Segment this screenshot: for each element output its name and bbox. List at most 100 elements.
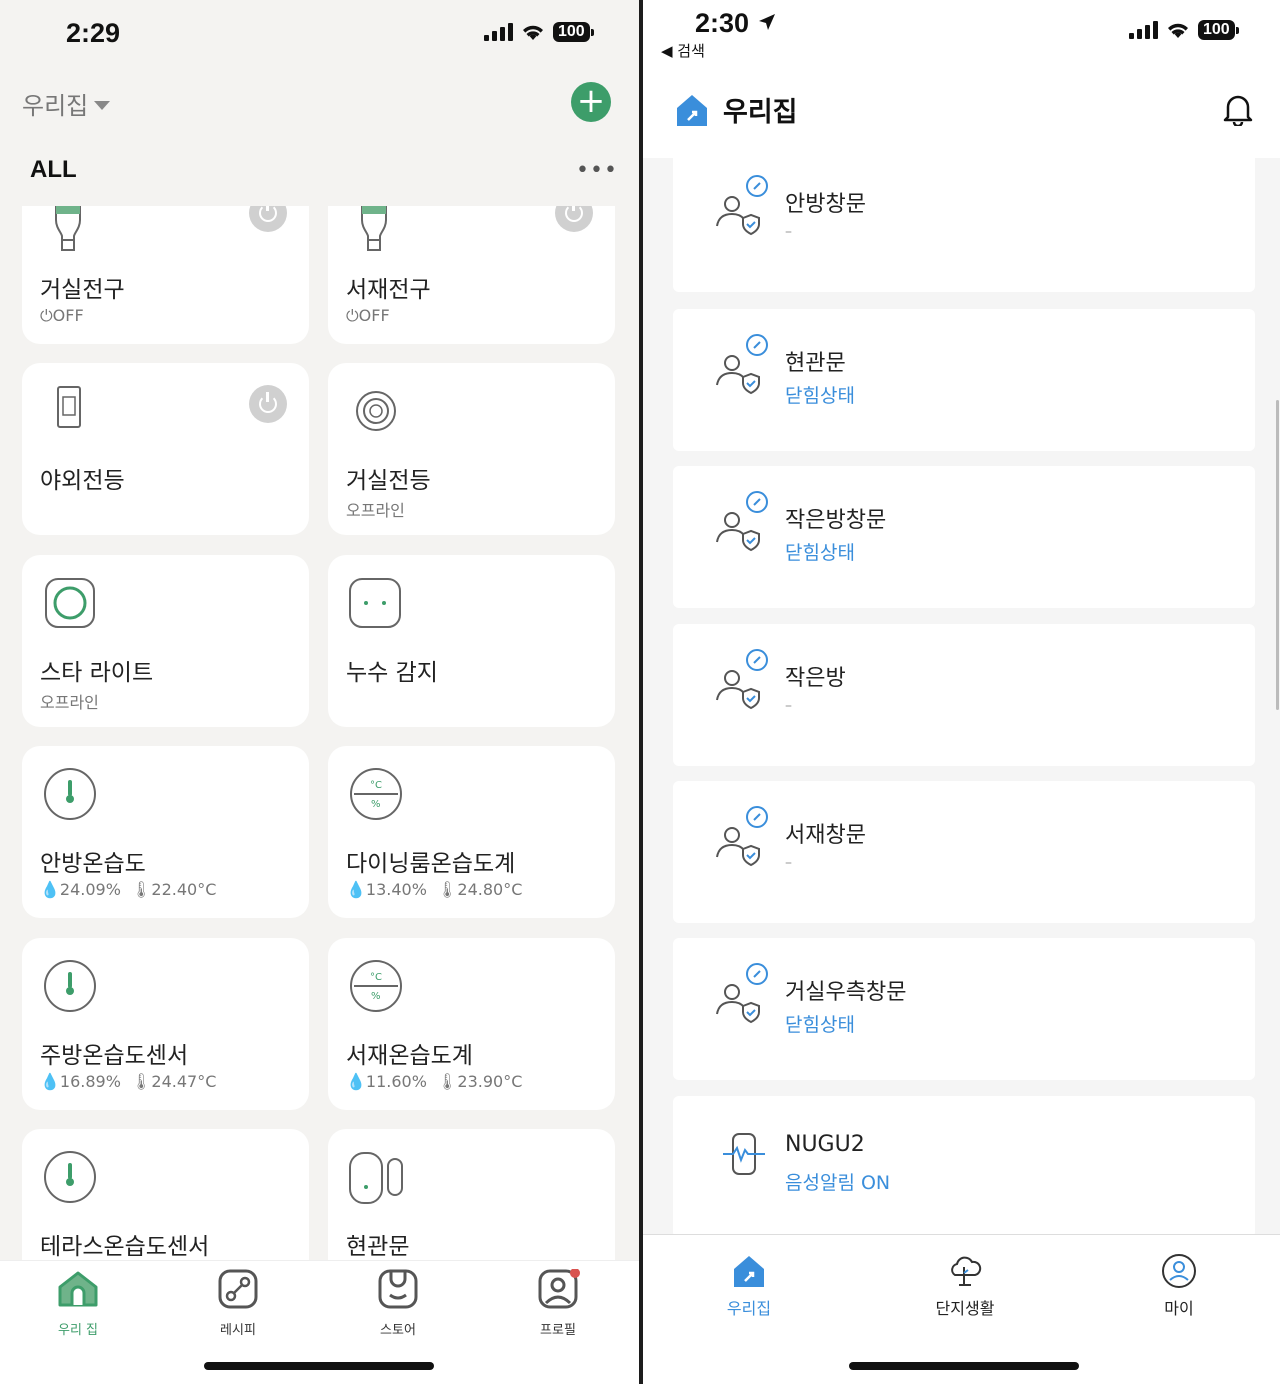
power-toggle-button[interactable] xyxy=(555,206,593,232)
device-card[interactable]: °C% 다이닝룸온습도계 💧13.40% 🌡24.80°C xyxy=(328,746,615,918)
hygrometer-icon: °C% xyxy=(350,960,402,1012)
tab-store[interactable]: 스토어 xyxy=(338,1269,458,1338)
device-name: 누수 감지 xyxy=(346,660,438,686)
light-ring-icon xyxy=(356,391,396,431)
tab-complex-life[interactable]: 단지생활 xyxy=(905,1253,1025,1319)
security-user-icon xyxy=(716,649,768,710)
device-card[interactable]: 거실전구 ⏻OFF xyxy=(22,206,309,344)
device-status: – xyxy=(785,698,792,714)
device-row[interactable]: 거실우측창문 닫힘상태 xyxy=(673,938,1255,1080)
wifi-icon xyxy=(523,25,543,40)
temperature-value: 24.80°C xyxy=(457,880,523,899)
status-icons: 100 xyxy=(484,22,594,42)
device-row[interactable]: 서재창문 – xyxy=(673,781,1255,923)
device-name: 현관문 xyxy=(785,351,846,376)
door-sensor-icon xyxy=(349,1152,403,1204)
more-options-button[interactable]: ••• xyxy=(576,158,618,183)
app-header: 2:30 ◀ 검색 100 우리집 xyxy=(643,0,1280,158)
home-icon xyxy=(58,1271,98,1307)
device-name: 안방창문 xyxy=(785,192,866,217)
device-card[interactable]: 현관문 xyxy=(328,1129,615,1260)
svg-text:°C: °C xyxy=(370,780,382,791)
device-status: 음성알림 ON xyxy=(785,1172,891,1194)
store-icon xyxy=(378,1269,418,1309)
thermometer-icon xyxy=(44,1151,96,1203)
security-user-icon xyxy=(716,334,768,395)
device-status: ⏻OFF xyxy=(346,306,390,325)
device-readings: 💧24.09% 🌡22.40°C xyxy=(40,880,217,899)
signal-icon xyxy=(1129,21,1158,39)
device-card[interactable]: °C% 서재온습도계 💧11.60% 🌡23.90°C xyxy=(328,938,615,1110)
status-time-text: 2:30 xyxy=(695,8,750,38)
device-card[interactable]: 스타 라이트 오프라인 xyxy=(22,555,309,727)
water-leak-sensor-icon xyxy=(349,578,401,628)
humidity-value: 13.40% xyxy=(365,880,427,899)
device-status: 닫힘상태 xyxy=(785,385,855,407)
home-indicator[interactable] xyxy=(849,1362,1079,1370)
status-icons: 100 xyxy=(1129,20,1239,40)
home-selector[interactable]: 우리집 xyxy=(22,86,111,121)
caret-down-icon xyxy=(94,100,111,110)
temperature-value: 23.90°C xyxy=(457,1072,523,1091)
scrollbar[interactable] xyxy=(1276,400,1279,710)
tab-label: 우리 집 xyxy=(57,1323,98,1338)
device-row[interactable]: 작은방창문 닫힘상태 xyxy=(673,466,1255,608)
device-status: – xyxy=(785,855,792,871)
svg-text:°C: °C xyxy=(370,972,382,983)
device-name: 거실전등 xyxy=(346,468,431,494)
bottom-tab-bar: 우리 집 레시피 스토어 프로필 xyxy=(0,1260,639,1384)
device-readings: 💧11.60% 🌡23.90°C xyxy=(346,1072,523,1091)
device-card[interactable]: 누수 감지 xyxy=(328,555,615,727)
tab-profile[interactable]: 프로필 xyxy=(498,1268,618,1338)
device-card[interactable]: 서재전구 ⏻OFF xyxy=(328,206,615,344)
thermometer-icon xyxy=(44,960,96,1012)
device-row[interactable]: 안방창문 – xyxy=(673,158,1255,292)
bulb-icon xyxy=(361,206,387,251)
tab-home[interactable]: 우리 집 xyxy=(18,1269,138,1338)
device-name: 현관문 xyxy=(346,1234,410,1260)
device-status: 오프라인 xyxy=(40,693,99,712)
thermometer-icon xyxy=(44,768,96,820)
device-card[interactable]: 야외전등 xyxy=(22,363,309,535)
power-toggle-button[interactable] xyxy=(249,385,287,423)
switch-icon xyxy=(57,386,81,428)
tree-cloud-icon xyxy=(951,1256,982,1286)
device-row[interactable]: 작은방 – xyxy=(673,624,1255,766)
device-name: 거실전구 xyxy=(40,277,125,303)
device-name: 주방온습도센서 xyxy=(40,1043,189,1069)
security-user-icon xyxy=(716,491,768,552)
signal-icon xyxy=(484,23,513,41)
tab-label: 프로필 xyxy=(540,1323,576,1338)
device-name: 서재온습도계 xyxy=(346,1043,473,1069)
section-title: ALL xyxy=(30,156,77,183)
home-selector-label: 우리집 xyxy=(22,92,89,120)
bell-icon[interactable] xyxy=(1223,92,1253,126)
device-card[interactable]: 안방온습도 💧24.09% 🌡22.40°C xyxy=(22,746,309,918)
device-readings: 💧16.89% 🌡24.47°C xyxy=(40,1072,217,1091)
device-card[interactable]: 테라스온습도센서 xyxy=(22,1129,309,1260)
svg-text:%: % xyxy=(371,991,381,1002)
device-name: 테라스온습도센서 xyxy=(40,1234,210,1260)
device-row[interactable]: NUGU2 음성알림 ON xyxy=(673,1096,1255,1234)
tab-my[interactable]: 마이 xyxy=(1119,1253,1239,1319)
add-device-button[interactable]: + xyxy=(571,82,611,122)
hygrometer-icon: °C% xyxy=(350,768,402,820)
device-card[interactable]: 거실전등 오프라인 xyxy=(328,363,615,535)
device-name: NUGU2 xyxy=(785,1132,865,1157)
page-title: 우리집 xyxy=(723,97,798,128)
back-to-search-link[interactable]: ◀ 검색 xyxy=(661,40,705,61)
device-list: 안방창문 – 현관문 닫힘상태 작은방창문 닫힘상태 작은방 – 서재창문 – … xyxy=(643,158,1280,1234)
star-light-icon xyxy=(45,578,95,628)
power-toggle-button[interactable] xyxy=(249,206,287,232)
device-card[interactable]: 주방온습도센서 💧16.89% 🌡24.47°C xyxy=(22,938,309,1110)
profile-icon xyxy=(538,1268,580,1309)
device-name: 안방온습도 xyxy=(40,851,146,877)
tab-label: 마이 xyxy=(1164,1299,1194,1318)
tab-home[interactable]: 우리집 xyxy=(689,1253,809,1319)
status-time: 2:29 xyxy=(66,18,121,48)
device-status: 닫힘상태 xyxy=(785,542,855,564)
device-row[interactable]: 현관문 닫힘상태 xyxy=(673,309,1255,451)
home-indicator[interactable] xyxy=(204,1362,434,1370)
tab-recipe[interactable]: 레시피 xyxy=(178,1269,298,1338)
security-user-icon xyxy=(716,175,768,236)
